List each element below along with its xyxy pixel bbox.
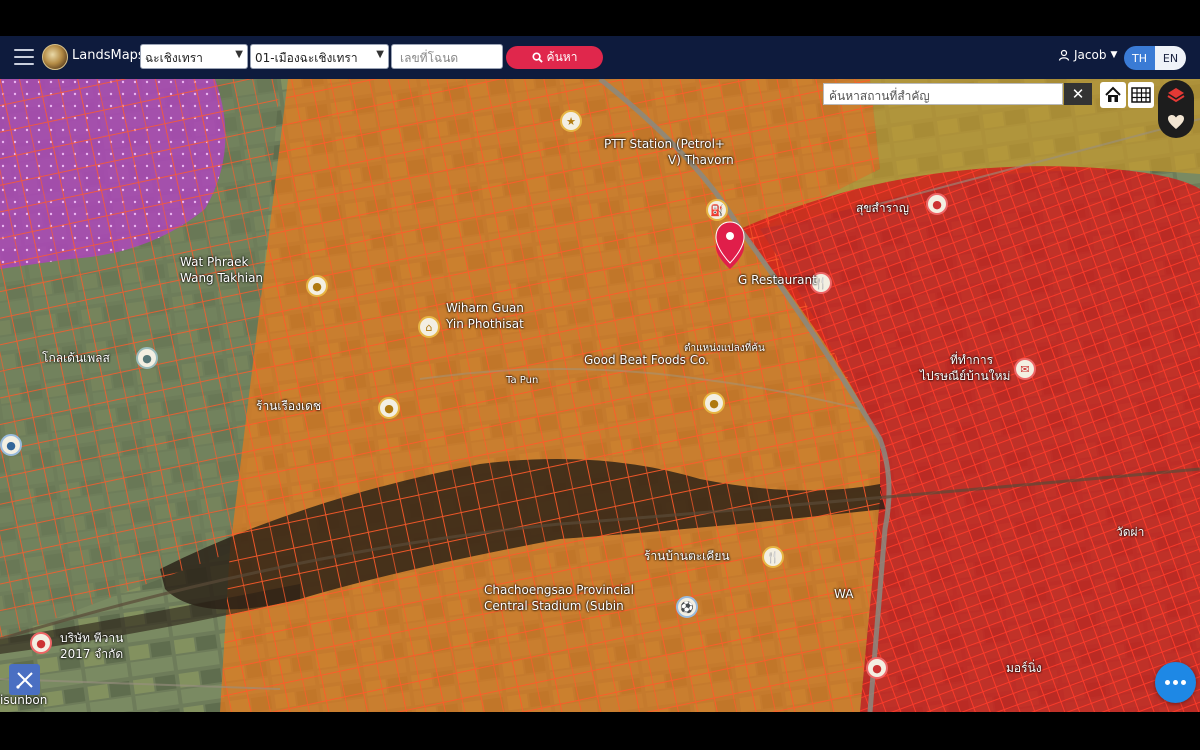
chevron-down-icon: ▼ bbox=[235, 49, 243, 60]
map-label: สุขสำราญ bbox=[856, 201, 909, 215]
shop-poi-icon[interactable]: ● bbox=[378, 397, 400, 419]
letterbox-top bbox=[0, 0, 1200, 36]
district-select-value: 01-เมืองฉะเชิงเทรา bbox=[255, 51, 358, 65]
chevron-down-icon: ▼ bbox=[376, 49, 384, 60]
province-select[interactable]: ฉะเชิงเทรา ▼ bbox=[140, 44, 248, 69]
search-button-label: ค้นหา bbox=[546, 50, 578, 64]
map-label: PTT Station (Petrol+ bbox=[604, 137, 725, 151]
brand-name: LandsMaps bbox=[72, 48, 145, 63]
map-label: โกลเด้นเพลส bbox=[42, 351, 110, 365]
poi-marker[interactable]: ★ bbox=[560, 110, 582, 132]
map-label: Chachoengsao Provincial bbox=[484, 583, 634, 597]
map-label: isunbon bbox=[0, 693, 48, 707]
map-imagery bbox=[0, 79, 1200, 712]
user-icon bbox=[1058, 49, 1070, 61]
factory-poi-icon[interactable]: ● bbox=[703, 392, 725, 414]
restaurant-poi-icon[interactable]: 🍴 bbox=[762, 546, 784, 568]
map-label: Wat Phraek bbox=[180, 255, 249, 269]
map-label: วัดผ่า bbox=[1116, 525, 1145, 539]
layers-icon[interactable] bbox=[1164, 83, 1188, 107]
temple-poi-icon[interactable]: ⌂ bbox=[418, 316, 440, 338]
top-navigation-bar: LandsMaps ฉะเชิงเทรา ▼ 01-เมืองฉะเชิงเทร… bbox=[0, 36, 1200, 79]
app-logo[interactable] bbox=[42, 44, 68, 70]
map-label: ร้านเรืองเดช bbox=[256, 399, 322, 413]
place-search-input[interactable]: ค้นหาสถานที่สำคัญ bbox=[823, 83, 1063, 105]
map-label: G Restaurant bbox=[738, 273, 817, 287]
more-dots-icon[interactable] bbox=[1155, 662, 1196, 703]
map-label: Wiharn Guan bbox=[446, 301, 524, 315]
chevron-down-icon: ▼ bbox=[1110, 50, 1118, 60]
poi-marker[interactable]: ● bbox=[136, 347, 158, 369]
poi-marker[interactable]: ● bbox=[306, 275, 328, 297]
map-label: ไปรษณีย์บ้านใหม่ bbox=[920, 369, 1011, 383]
ruler-icon[interactable] bbox=[9, 664, 40, 695]
heart-icon[interactable] bbox=[1164, 110, 1188, 134]
map-label: V) Thavorn bbox=[668, 153, 734, 167]
fuel-poi-icon[interactable]: ⛽ bbox=[706, 199, 728, 221]
parcel-grid-orange bbox=[220, 79, 880, 712]
map-label: Yin Phothisat bbox=[446, 317, 524, 331]
poi-marker[interactable]: ● bbox=[30, 632, 52, 654]
home-icon[interactable] bbox=[1100, 82, 1126, 108]
grid-icon[interactable] bbox=[1128, 82, 1154, 108]
pin-label: ตำแหน่งแปลงที่ค้น bbox=[684, 343, 765, 354]
poi-marker[interactable]: ● bbox=[0, 434, 22, 456]
heart-icon-graphic bbox=[1168, 115, 1184, 129]
lang-th-button[interactable]: TH bbox=[1124, 46, 1155, 70]
close-icon[interactable]: ✕ bbox=[1064, 83, 1092, 105]
search-button[interactable]: ค้นหา bbox=[506, 46, 603, 69]
layers-icon-graphic bbox=[1167, 88, 1185, 103]
district-select[interactable]: 01-เมืองฉะเชิงเทรา ▼ bbox=[250, 44, 389, 69]
poi-marker[interactable]: ● bbox=[926, 193, 948, 215]
stadium-poi-icon[interactable]: ⚽ bbox=[676, 596, 698, 618]
map-canvas[interactable]: ★ ⛽ ● 🍴 ⌂ ● ● ● ● ✉ 🍴 ⚽ ● ● ● Wat Phraek… bbox=[0, 79, 1200, 712]
province-select-value: ฉะเชิงเทรา bbox=[145, 51, 203, 65]
user-name: Jacob bbox=[1074, 48, 1107, 62]
deed-number-input[interactable]: เลขที่โฉนด bbox=[391, 44, 503, 69]
map-label: WA bbox=[834, 587, 854, 601]
map-label: Central Stadium (Subin bbox=[484, 599, 624, 613]
hamburger-icon[interactable] bbox=[14, 49, 34, 65]
map-label: 2017 จำกัด bbox=[60, 647, 124, 661]
map-label: มอร์นิ่ง bbox=[1006, 661, 1042, 675]
user-menu[interactable]: Jacob ▼ bbox=[1058, 48, 1117, 62]
post-office-poi-icon[interactable]: ✉ bbox=[1014, 358, 1036, 380]
map-label: Ta Pun bbox=[506, 375, 539, 386]
magnifier-icon bbox=[532, 52, 543, 63]
poi-marker[interactable]: ● bbox=[866, 657, 888, 679]
home-icon-graphic bbox=[1105, 86, 1121, 102]
map-label: ร้านบ้านตะเคียน bbox=[644, 549, 730, 563]
map-label: Wang Takhian bbox=[180, 271, 264, 285]
ruler-icon-graphic bbox=[15, 671, 33, 689]
grid-icon-graphic bbox=[1131, 87, 1151, 103]
lang-en-button[interactable]: EN bbox=[1155, 46, 1186, 70]
language-toggle: TH EN bbox=[1124, 46, 1186, 70]
letterbox-bottom bbox=[0, 712, 1200, 750]
